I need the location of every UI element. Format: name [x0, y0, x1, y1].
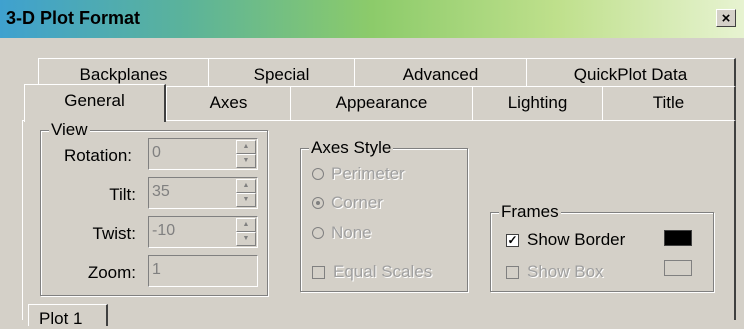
rotation-spinner[interactable]: 0 ▲ ▼ [148, 138, 258, 170]
spin-down-icon[interactable]: ▼ [236, 154, 256, 168]
show-box-label: Show Box [527, 262, 604, 281]
tab-label: Backplanes [79, 65, 168, 84]
tab-label: Special [253, 65, 310, 84]
zoom-value: 1 [152, 261, 161, 278]
rotation-label: Rotation: [63, 146, 132, 165]
tab-title[interactable]: Title [602, 86, 736, 120]
border-color-swatch[interactable] [664, 230, 692, 246]
show-border-checkbox[interactable]: ✓ Show Border [506, 230, 625, 250]
spin-down-icon[interactable]: ▼ [236, 193, 256, 207]
twist-label: Twist: [92, 224, 136, 243]
tilt-spinner[interactable]: 35 ▲ ▼ [148, 177, 258, 209]
rotation-value: 0 [152, 144, 161, 161]
equal-scales-checkbox[interactable]: Equal Scales [312, 262, 432, 282]
zoom-label: Zoom: [87, 263, 136, 282]
frames-legend: Frames [499, 202, 561, 222]
perimeter-radio[interactable]: Perimeter [312, 164, 405, 184]
close-button[interactable]: × [716, 9, 736, 27]
view-legend: View [49, 120, 90, 140]
radio-icon [312, 168, 324, 180]
tab-label: General [64, 91, 125, 110]
tab-general[interactable]: General [24, 84, 166, 122]
spin-up-icon[interactable]: ▲ [236, 140, 256, 154]
none-label: None [331, 223, 372, 242]
twist-value: -10 [152, 222, 176, 239]
corner-radio[interactable]: Corner [312, 193, 383, 213]
box-color-swatch[interactable] [664, 260, 692, 276]
tab-label: Advanced [402, 65, 479, 84]
tab-appearance[interactable]: Appearance [290, 86, 474, 120]
radio-icon [312, 227, 324, 239]
tab-axes[interactable]: Axes [166, 86, 292, 120]
tab-label: QuickPlot Data [573, 65, 688, 84]
window-title: 3-D Plot Format [6, 8, 141, 28]
spin-up-icon[interactable]: ▲ [236, 179, 256, 193]
tab-special[interactable]: Special [208, 58, 356, 88]
show-box-checkbox[interactable]: Show Box [506, 262, 604, 282]
spin-up-icon[interactable]: ▲ [236, 218, 256, 232]
equal-scales-label: Equal Scales [333, 262, 433, 281]
tab-label: Appearance [335, 93, 428, 112]
none-radio[interactable]: None [312, 223, 372, 243]
tab-label: Title [652, 93, 685, 112]
radio-selected-icon [312, 197, 324, 209]
show-border-label: Show Border [527, 230, 626, 249]
tilt-value: 35 [152, 183, 170, 200]
tab-lighting[interactable]: Lighting [472, 86, 604, 120]
tab-label: Axes [209, 93, 248, 112]
zoom-field[interactable]: 1 [148, 255, 258, 287]
twist-spinner[interactable]: -10 ▲ ▼ [148, 216, 258, 248]
spin-down-icon[interactable]: ▼ [236, 232, 256, 246]
corner-label: Corner [331, 193, 383, 212]
checkbox-icon [312, 265, 325, 279]
tab-advanced[interactable]: Advanced [354, 58, 528, 88]
title-bar: 3-D Plot Format × [0, 0, 744, 38]
tab-label: Lighting [507, 93, 568, 112]
checkbox-icon [506, 265, 519, 279]
checkmark-icon: ✓ [506, 232, 519, 247]
perimeter-label: Perimeter [331, 164, 405, 183]
tab-quickplot-data[interactable]: QuickPlot Data [526, 58, 736, 88]
axes-style-legend: Axes Style [309, 138, 394, 158]
tilt-label: Tilt: [109, 185, 136, 204]
